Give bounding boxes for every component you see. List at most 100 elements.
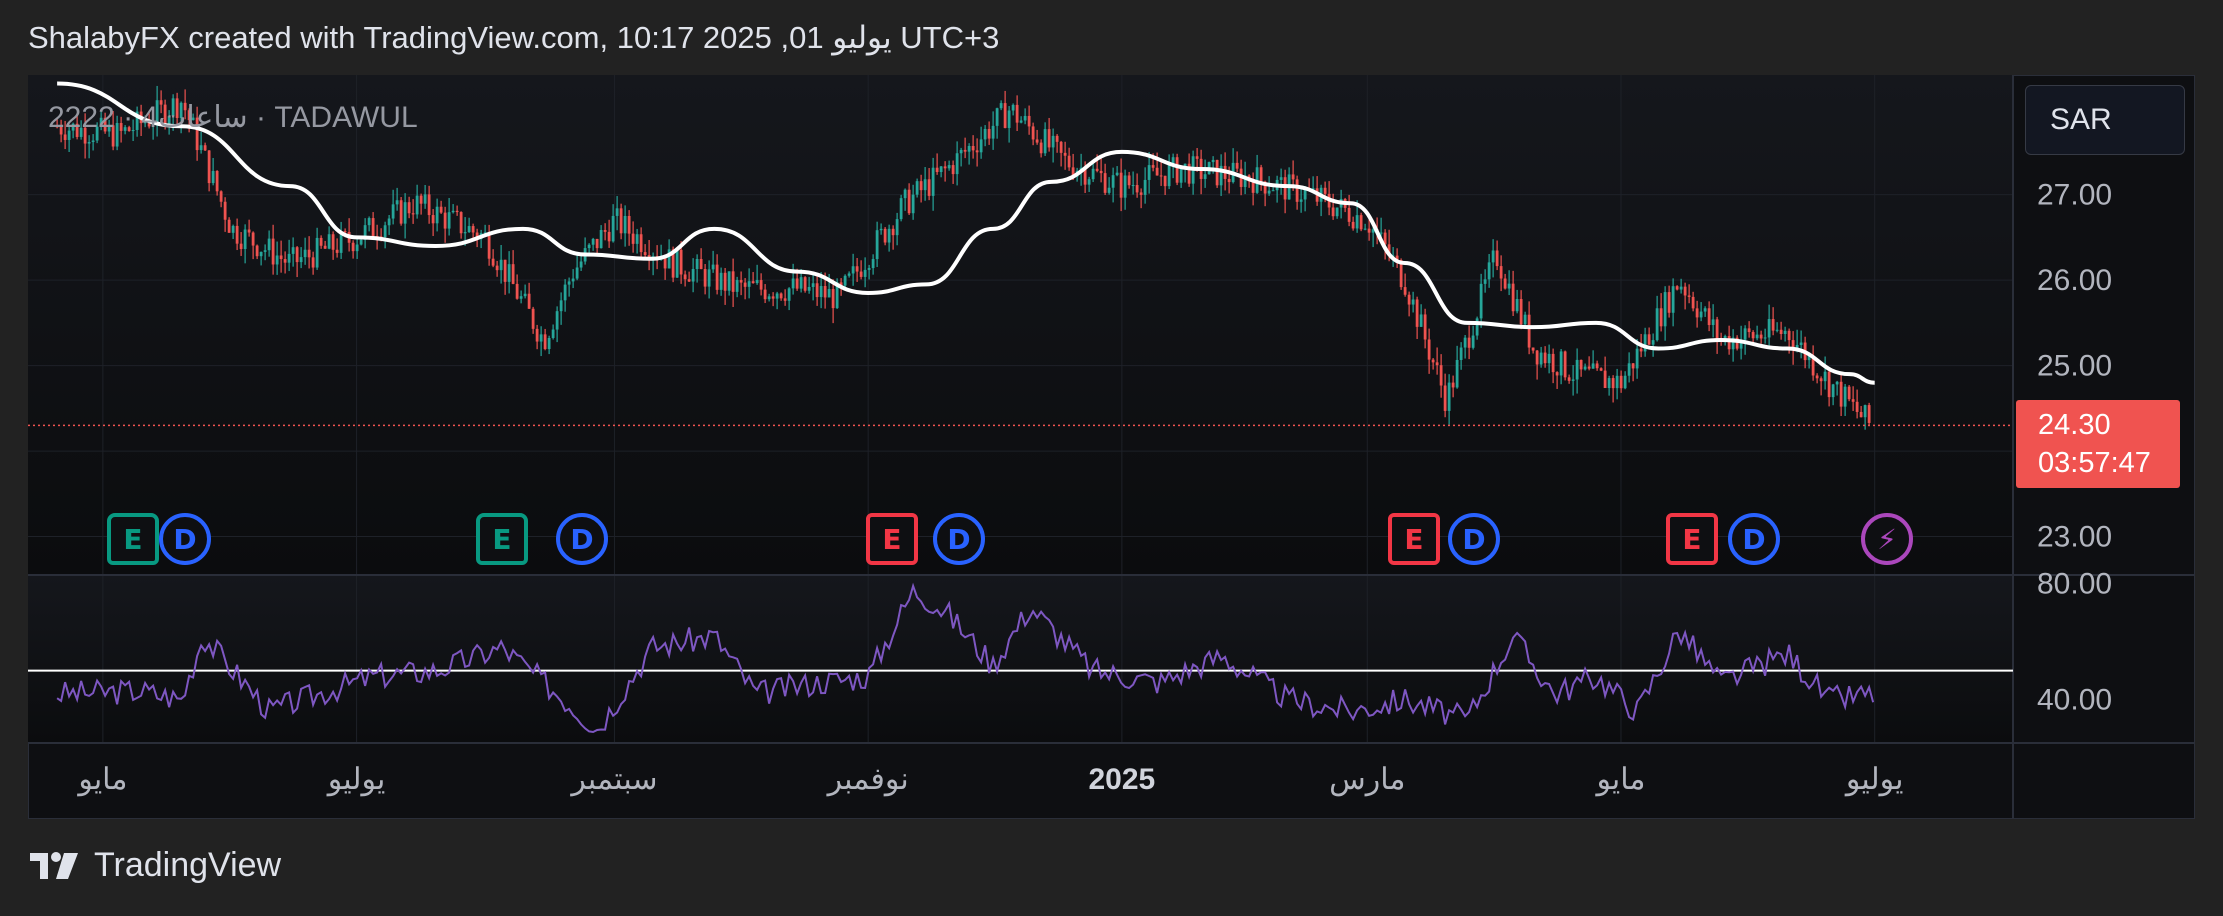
- candle-body: [1299, 199, 1303, 202]
- candle-body: [863, 269, 867, 277]
- candle-body: [963, 149, 967, 152]
- candle-body: [439, 206, 443, 213]
- candle-body: [751, 281, 755, 284]
- dividend-icon[interactable]: D: [556, 513, 608, 565]
- candle-body: [431, 215, 435, 224]
- candle-body: [271, 238, 275, 265]
- currency-selector[interactable]: SAR: [2025, 85, 2185, 155]
- candle-body: [1675, 286, 1679, 290]
- candle-body: [315, 237, 319, 268]
- candle-body: [1623, 375, 1627, 389]
- time-axis-label: سبتمبر: [569, 763, 657, 797]
- candle-body: [507, 264, 511, 282]
- candle-body: [759, 280, 763, 290]
- candle-body: [1815, 375, 1819, 379]
- candle-body: [875, 230, 879, 260]
- candle-body: [1419, 314, 1423, 327]
- dividend-icon[interactable]: D: [159, 513, 211, 565]
- candle-body: [1347, 207, 1351, 222]
- candle-body: [959, 149, 963, 154]
- earnings-icon[interactable]: E: [476, 513, 528, 565]
- candle-body: [1835, 381, 1839, 385]
- candle-body: [879, 228, 883, 231]
- candle-body: [319, 237, 323, 246]
- candle-body: [1631, 363, 1635, 369]
- candle-body: [783, 298, 787, 301]
- candle-body: [771, 296, 775, 299]
- candle-body: [435, 206, 439, 224]
- candle-body: [1775, 329, 1779, 331]
- candle-body: [1663, 292, 1667, 327]
- candle-body: [711, 264, 715, 270]
- candle-body: [567, 281, 571, 285]
- candle-body: [1115, 172, 1119, 176]
- candle-body: [1755, 334, 1759, 339]
- candle-body: [511, 264, 515, 284]
- candle-body: [867, 268, 871, 270]
- candle-body: [203, 145, 207, 151]
- candle-body: [823, 286, 827, 298]
- candle-body: [1063, 152, 1067, 156]
- candle-body: [1039, 142, 1043, 154]
- candle-body: [1363, 228, 1367, 230]
- candle-body: [1659, 308, 1663, 327]
- candle-body: [1067, 155, 1071, 168]
- chart-canvas[interactable]: 27.00 26.00 25.00 23.00 80.00 40.00 مايو يوليو س…: [28, 75, 2195, 819]
- currency-label: SAR: [2050, 103, 2112, 136]
- candle-body: [1195, 156, 1199, 159]
- last-price-value: 24.30: [2038, 409, 2111, 441]
- candle-body: [1323, 187, 1327, 194]
- candle-body: [1591, 363, 1595, 369]
- candle-body: [1123, 175, 1127, 198]
- candle-body: [447, 212, 451, 229]
- candle-body: [1727, 335, 1731, 350]
- candle-body: [1547, 353, 1551, 364]
- candle-body: [1175, 157, 1179, 183]
- candle-body: [1671, 286, 1675, 313]
- time-axis-label: مايو: [76, 763, 127, 797]
- candle-body: [371, 218, 375, 236]
- candle-body: [451, 210, 455, 213]
- candle-body: [335, 249, 339, 253]
- candle-body: [1359, 215, 1363, 230]
- chart-header: ShalabyFX created with TradingView.com, …: [28, 20, 1000, 55]
- candle-body: [735, 280, 739, 292]
- candle-body: [995, 108, 999, 126]
- tradingview-logo[interactable]: TradingView: [28, 846, 281, 885]
- candle-body: [1179, 168, 1183, 183]
- candle-body: [555, 311, 559, 330]
- earnings-icon[interactable]: E: [1666, 513, 1718, 565]
- dividend-icon[interactable]: D: [1448, 513, 1500, 565]
- dividend-icon[interactable]: D: [933, 513, 985, 565]
- candle-body: [935, 167, 939, 173]
- candle-body: [275, 255, 279, 265]
- candle-body: [1763, 337, 1767, 339]
- candle-body: [1699, 311, 1703, 318]
- candle-body: [235, 225, 239, 244]
- candle-body: [691, 269, 695, 282]
- candle-body: [1487, 262, 1491, 280]
- candle-body: [1843, 386, 1847, 407]
- candle-body: [939, 166, 943, 173]
- candle-body: [495, 265, 499, 271]
- candle-body: [1759, 334, 1763, 339]
- candle-body: [311, 257, 315, 268]
- candle-body: [1531, 347, 1535, 351]
- earnings-icon[interactable]: E: [107, 513, 159, 565]
- candle-body: [1819, 378, 1823, 382]
- candle-body: [807, 286, 811, 291]
- candle-body: [1831, 384, 1835, 398]
- candle-body: [1127, 175, 1131, 186]
- candle-body: [1463, 337, 1467, 348]
- symbol-label[interactable]: 2222 · 4ساعات · TADAWUL: [48, 100, 418, 135]
- earnings-icon[interactable]: E: [1388, 513, 1440, 565]
- candle-body: [1023, 115, 1027, 121]
- candle-body: [1295, 179, 1299, 202]
- dividend-icon[interactable]: D: [1728, 513, 1780, 565]
- lightning-icon[interactable]: ⚡: [1861, 513, 1913, 565]
- earnings-icon[interactable]: E: [866, 513, 918, 565]
- candle-body: [1751, 332, 1755, 339]
- candle-body: [1743, 328, 1747, 340]
- candle-body: [795, 278, 799, 289]
- candle-body: [1691, 296, 1695, 309]
